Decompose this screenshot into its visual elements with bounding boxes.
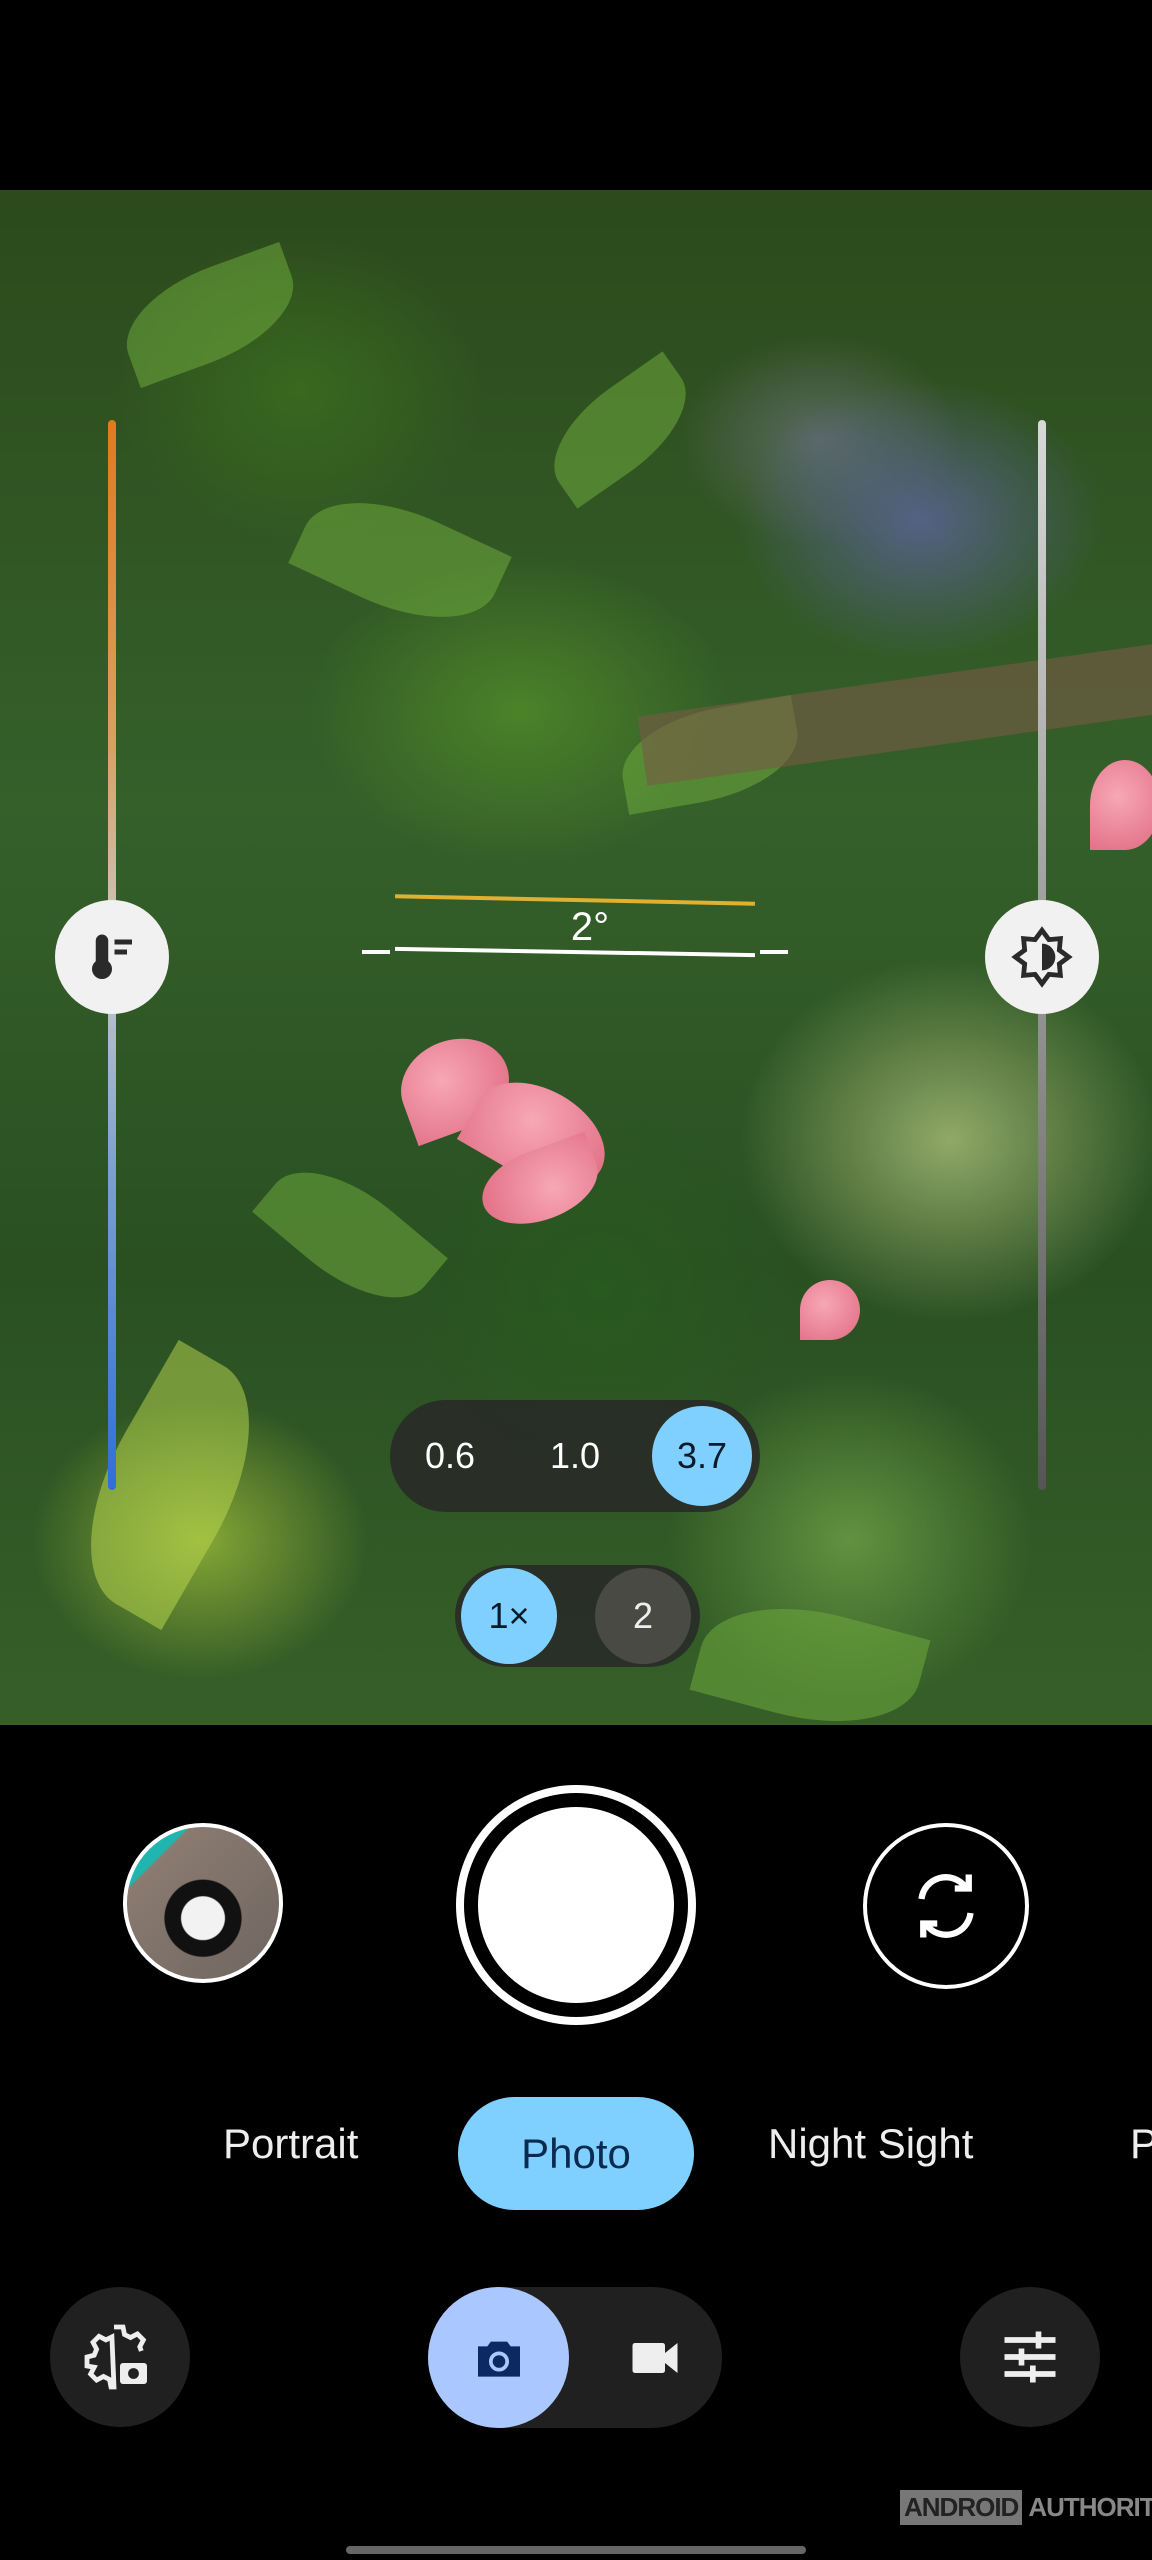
mode-next-partial[interactable]: P: [1130, 2120, 1152, 2168]
videocam-icon: [632, 2342, 678, 2373]
zoom-3.7-button[interactable]: 3.7: [652, 1406, 752, 1506]
mode-portrait[interactable]: Portrait: [223, 2120, 358, 2168]
level-angle-label: 2°: [570, 905, 610, 949]
watermark-part2: AUTHORITY: [1028, 2492, 1152, 2522]
zoom-multiplier-selector: 1× 2: [455, 1565, 700, 1667]
watermark: ANDROID AUTHORITY: [900, 2490, 1152, 2525]
fence: [637, 644, 1152, 786]
flower: [1090, 760, 1152, 850]
watermark-part1: ANDROID: [900, 2490, 1023, 2525]
photo-video-toggle: [428, 2287, 722, 2428]
camera-settings-icon: [84, 2324, 147, 2390]
leaf: [288, 472, 512, 648]
zoom-1x-button[interactable]: 1×: [461, 1568, 557, 1664]
thermometer-icon: [92, 934, 132, 980]
flower: [800, 1280, 860, 1340]
home-indicator[interactable]: [346, 2546, 806, 2554]
leaf: [689, 1583, 931, 1725]
white-balance-knob[interactable]: [55, 900, 169, 1014]
brightness-knob[interactable]: [985, 900, 1099, 1014]
mode-night-sight[interactable]: Night Sight: [768, 2120, 973, 2168]
level-tick-left: [362, 950, 390, 954]
leaf: [110, 241, 310, 389]
flip-camera-icon: [918, 1874, 974, 1938]
flip-camera-button[interactable]: [863, 1823, 1029, 1989]
video-toggle-button[interactable]: [588, 2287, 722, 2428]
shutter-inner: [478, 1807, 674, 2003]
level-tick-right: [760, 950, 788, 954]
shutter-button[interactable]: [456, 1785, 696, 2025]
gallery-thumbnail[interactable]: [123, 1823, 283, 1983]
zoom-0.6-button[interactable]: 0.6: [400, 1406, 500, 1506]
adjust-settings-button[interactable]: [960, 2287, 1100, 2427]
tune-icon: [1004, 2331, 1056, 2383]
photo-toggle-button[interactable]: [428, 2287, 569, 2428]
camera-settings-button[interactable]: [50, 2287, 190, 2427]
mode-photo[interactable]: Photo: [458, 2097, 694, 2210]
leaf: [252, 1142, 448, 1328]
zoom-level-selector: 0.6 1.0 3.7: [390, 1400, 760, 1512]
leaf: [48, 1339, 292, 1631]
zoom-2x-button[interactable]: 2: [595, 1568, 691, 1664]
brightness-icon: [1011, 926, 1073, 988]
camera-icon: [477, 2341, 520, 2377]
leaf: [531, 351, 709, 509]
zoom-1.0-button[interactable]: 1.0: [525, 1406, 625, 1506]
